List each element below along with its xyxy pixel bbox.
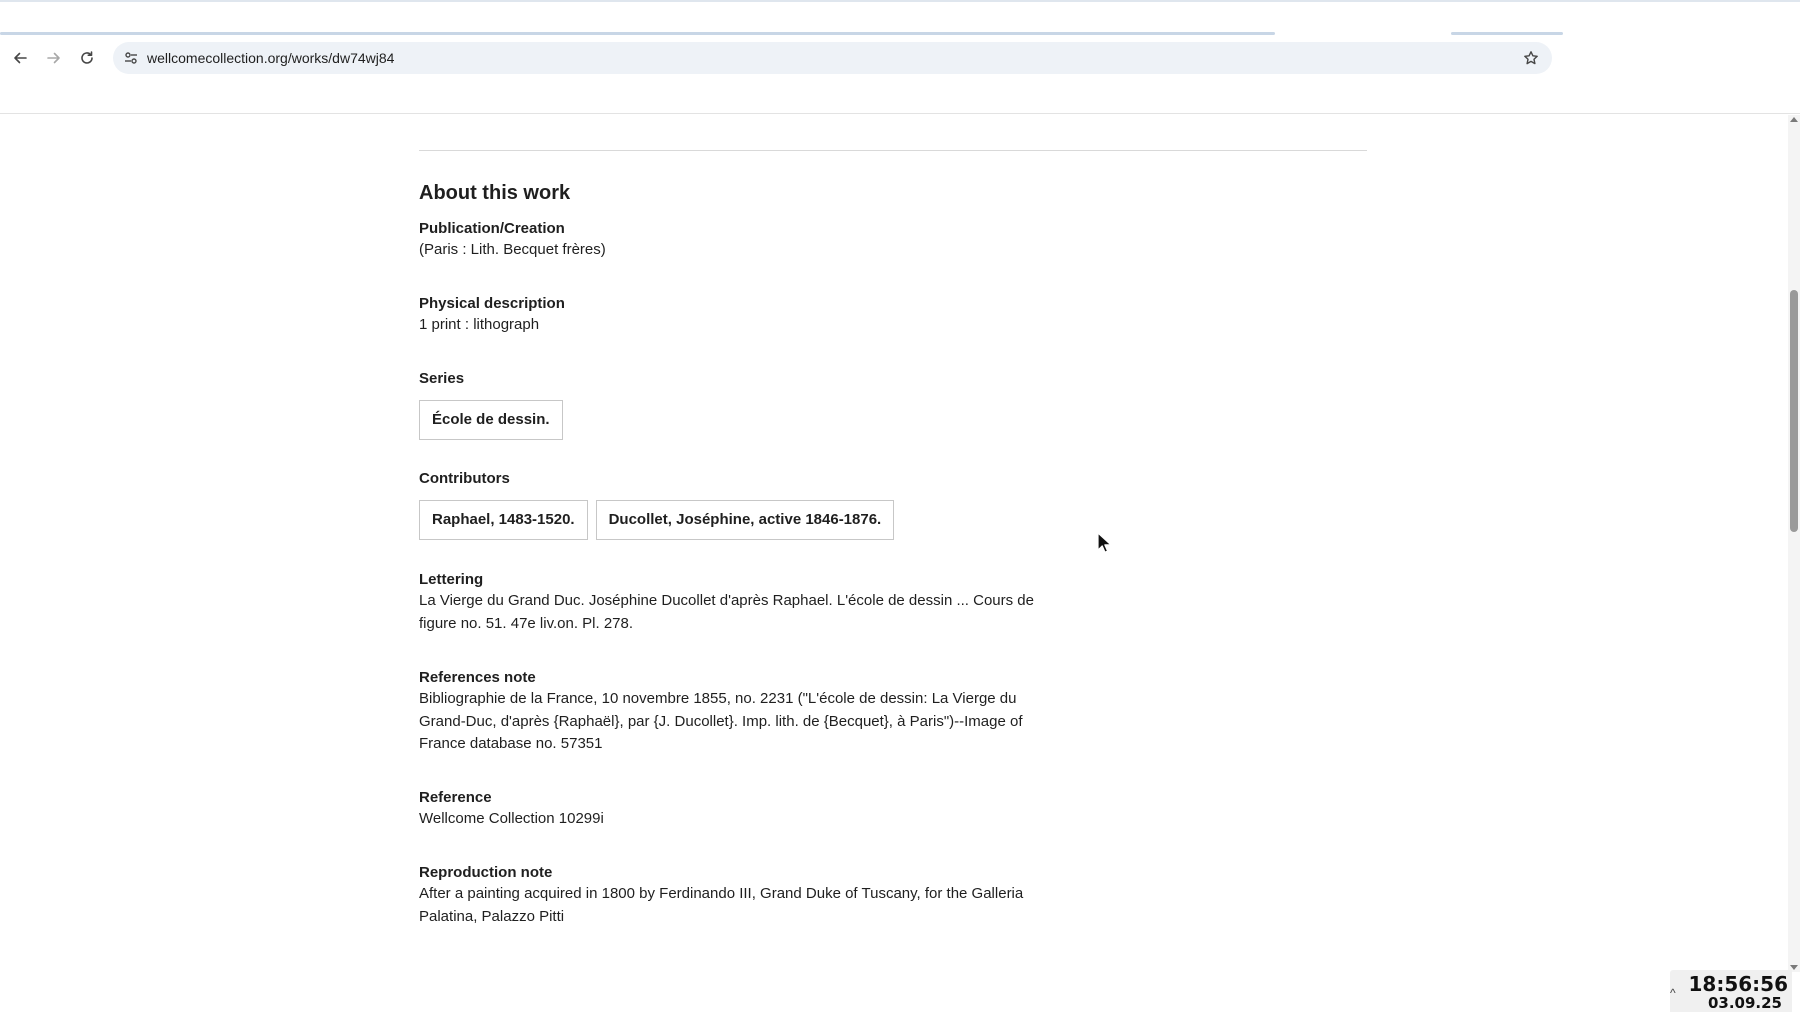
field-value-line: La Vierge du Grand Duc. Joséphine Ducoll… — [419, 592, 1034, 609]
field-value-line: Palatina, Palazzo Pitti — [419, 907, 565, 925]
browser-chrome: wellcomecollection.org/works/dw74wj84 — [0, 0, 1800, 114]
tab-indicator — [1451, 32, 1563, 35]
tune-icon — [125, 52, 137, 64]
vertical-scrollbar[interactable] — [1788, 115, 1800, 972]
contributors-section: Contributors Raphael, 1483-1520. Ducolle… — [419, 469, 1099, 540]
field-value: (Paris : Lith. Becquet frères) — [419, 241, 606, 258]
back-button[interactable] — [4, 42, 36, 74]
scrollbar-thumb[interactable] — [1790, 290, 1798, 532]
field-value-line: France database no. 57351 — [419, 735, 603, 752]
star-icon — [1524, 51, 1538, 65]
field-label: Contributors — [419, 470, 510, 487]
field-label: Publication/Creation — [419, 220, 565, 237]
series-list: École de dessin. — [419, 400, 1099, 440]
lettering-section: Lettering La Vierge du Grand Duc. Joséph… — [419, 570, 1099, 635]
field-label: References note — [419, 669, 536, 686]
field-value-line: Bibliographie de la France, 10 novembre … — [419, 690, 1017, 707]
field-label: Reproduction note — [419, 864, 553, 881]
series-section: Series École de dessin. — [419, 369, 1099, 440]
site-info-button[interactable] — [121, 48, 141, 68]
contributor-link[interactable]: Raphael, 1483-1520. — [419, 500, 588, 540]
physical-description-section: Physical description 1 print : lithograp… — [419, 294, 1099, 337]
field-value: Wellcome Collection 10299i — [419, 810, 604, 827]
reproduction-note-section: Reproduction note After a painting acqui… — [419, 863, 1099, 928]
section-title: About this work — [419, 182, 571, 204]
field-value-line: Grand-Duc, d'après {Raphaël}, par {J. Du… — [419, 712, 1023, 730]
mouse-pointer-icon — [1097, 532, 1112, 553]
reload-icon — [81, 51, 93, 64]
page-viewport: About this work Publication/Creation (Pa… — [0, 115, 1790, 1012]
scroll-up-arrow-icon[interactable] — [1790, 117, 1798, 122]
bookmark-button[interactable] — [1520, 47, 1542, 69]
field-value-line: figure no. 51. 47e liv.on. Pl. 278. — [419, 614, 634, 632]
tabstrip — [0, 2, 1563, 36]
reload-button[interactable] — [71, 42, 103, 74]
field-label: Series — [419, 370, 465, 387]
tab-indicator — [0, 32, 1275, 35]
publication-section: Publication/Creation (Paris : Lith. Becq… — [419, 219, 1099, 262]
field-label: Physical description — [419, 295, 565, 312]
clock-date: 03.09.25 — [1707, 994, 1782, 1012]
address-bar[interactable]: wellcomecollection.org/works/dw74wj84 — [113, 42, 1552, 74]
arrow-right-icon — [47, 52, 60, 64]
field-value-line: After a painting acquired in 1800 by Fer… — [419, 885, 1024, 902]
browser-toolbar: wellcomecollection.org/works/dw74wj84 — [0, 38, 1563, 80]
references-note-section: References note Bibliographie de la Fran… — [419, 668, 1099, 756]
series-link[interactable]: École de dessin. — [419, 400, 563, 440]
field-label: Lettering — [419, 571, 484, 588]
field-value: 1 print : lithograph — [419, 316, 540, 333]
arrow-left-icon — [14, 52, 27, 64]
url-text[interactable]: wellcomecollection.org/works/dw74wj84 — [147, 50, 394, 66]
forward-button[interactable] — [38, 42, 70, 74]
contributor-link[interactable]: Ducollet, Joséphine, active 1846-1876. — [595, 500, 895, 540]
field-label: Reference — [419, 789, 492, 806]
reference-section: Reference Wellcome Collection 10299i — [419, 788, 1099, 831]
system-clock: ^ 18:56:56 03.09.25 — [1670, 970, 1792, 1012]
clock-time: 18:56:56 — [1688, 972, 1789, 996]
contributors-list: Raphael, 1483-1520. Ducollet, Joséphine,… — [419, 500, 1099, 540]
divider — [419, 150, 1367, 151]
